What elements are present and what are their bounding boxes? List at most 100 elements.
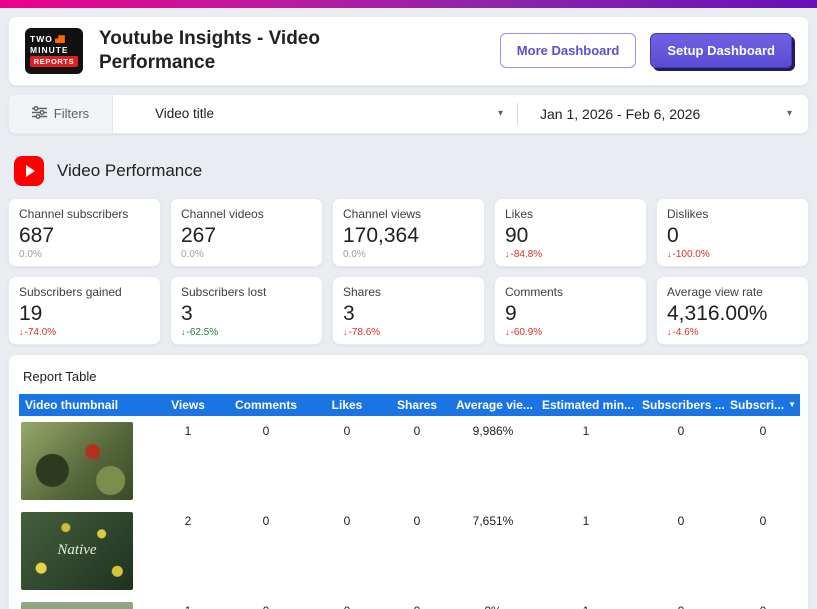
logo-text-mid: MINUTE	[30, 45, 69, 56]
kpi-subscribers-gained: Subscribers gained 19 -74.0%	[8, 275, 161, 345]
kpi-delta: -78.6%	[348, 326, 381, 338]
filters-toggle[interactable]: Filters	[9, 94, 113, 133]
cell-subscribers-b: 0	[759, 423, 767, 438]
cell-average-view: 7,651%	[472, 513, 514, 528]
down-arrow-icon	[343, 327, 348, 338]
kpi-value: 3	[343, 301, 355, 325]
table-row: 1 0 0 0 9,986% 1 0 0	[19, 416, 800, 506]
sort-caret-icon[interactable]: ▼	[788, 400, 796, 409]
video-thumbnail[interactable]	[21, 601, 133, 609]
col-estimated-min[interactable]: Estimated min...	[536, 394, 636, 416]
kpi-value: 267	[181, 223, 217, 247]
thumbnail-title-text: Native	[57, 542, 97, 559]
report-table: Video thumbnail Views Comments Likes Sha…	[19, 393, 800, 609]
down-arrow-icon	[181, 327, 186, 338]
kpi-comments: Comments 9 -60.9%	[494, 275, 647, 345]
kpi-delta: 0.0%	[19, 248, 42, 260]
kpi-delta: 0.0%	[343, 248, 366, 260]
cell-shares: 0	[384, 596, 450, 609]
cell-views: 2	[184, 513, 192, 528]
chevron-down-icon[interactable]: ▾	[787, 108, 792, 119]
header-card: TWO MINUTE REPORTS Youtube Insights - Vi…	[8, 16, 809, 86]
kpi-delta: -62.5%	[186, 326, 219, 338]
video-thumbnail[interactable]: Native	[21, 511, 133, 590]
cell-comments: 0	[222, 596, 310, 609]
chevron-down-icon[interactable]: ▾	[498, 108, 503, 119]
cell-likes: 0	[343, 513, 351, 528]
down-arrow-icon	[505, 249, 510, 260]
col-average-view[interactable]: Average vie...	[450, 394, 536, 416]
setup-dashboard-button[interactable]: Setup Dashboard	[650, 33, 792, 69]
kpi-label: Average view rate	[667, 284, 763, 299]
cell-shares: 0	[413, 513, 421, 528]
logo-text-top: TWO	[30, 34, 53, 45]
kpi-delta: -84.8%	[510, 248, 543, 260]
video-title-dropdown[interactable]: Video title ▾	[113, 95, 517, 133]
table-row: Native 2 0 0 0 7,651% 1 0 0	[19, 506, 800, 596]
filters-bar: Filters Video title ▾ Jan 1, 2026 - Feb …	[8, 93, 809, 134]
down-arrow-icon	[667, 249, 672, 260]
logo-text-bottom: REPORTS	[30, 56, 78, 68]
col-comments[interactable]: Comments	[222, 394, 310, 416]
kpi-delta: -100.0%	[672, 248, 710, 260]
kpi-label: Channel videos	[181, 206, 264, 221]
kpi-label: Subscribers lost	[181, 284, 267, 299]
kpi-delta: 0.0%	[181, 248, 204, 260]
kpi-dislikes: Dislikes 0 -100.0%	[656, 197, 809, 267]
kpi-label: Likes	[505, 206, 534, 221]
filter-sliders-icon	[31, 105, 47, 122]
cell-views: 1	[154, 596, 222, 609]
kpi-delta: -4.6%	[672, 326, 699, 338]
kpi-label: Dislikes	[667, 206, 709, 221]
kpi-subscribers-lost: Subscribers lost 3 -62.5%	[170, 275, 323, 345]
kpi-label: Channel views	[343, 206, 422, 221]
kpi-channel-videos: Channel videos 267 0.0%	[170, 197, 323, 267]
cell-subscribers-a: 0	[636, 596, 726, 609]
cell-average-view: 9,986%	[472, 423, 514, 438]
col-likes[interactable]: Likes	[310, 394, 384, 416]
report-table-card: Report Table Video thumbnail Views Comme…	[8, 353, 809, 609]
cell-likes: 0	[310, 596, 384, 609]
kpi-grid: Channel subscribers 687 0.0% Channel vid…	[8, 197, 809, 345]
kpi-value: 9	[505, 301, 517, 325]
cell-subscribers-a: 0	[677, 423, 685, 438]
section-heading: Video Performance	[14, 155, 809, 186]
cell-estimated-min: 1	[582, 513, 590, 528]
kpi-channel-subscribers: Channel subscribers 687 0.0%	[8, 197, 161, 267]
col-shares[interactable]: Shares	[384, 394, 450, 416]
table-header-row: Video thumbnail Views Comments Likes Sha…	[19, 393, 800, 416]
video-title-value: Video title	[155, 106, 215, 121]
cell-views: 1	[184, 423, 192, 438]
cell-comments: 0	[262, 423, 270, 438]
kpi-label: Shares	[343, 284, 382, 299]
cell-subscribers-b: 0	[759, 513, 767, 528]
section-title: Video Performance	[57, 160, 203, 180]
col-subscribers-b[interactable]: Subscri... ▼	[726, 394, 800, 416]
cell-comments: 0	[262, 513, 270, 528]
kpi-average-view-rate: Average view rate 4,316.00% -4.6%	[656, 275, 809, 345]
down-arrow-icon	[19, 327, 24, 338]
video-thumbnail[interactable]	[21, 421, 133, 500]
logo-chart-icon	[54, 35, 65, 44]
col-views[interactable]: Views	[154, 394, 222, 416]
report-table-title: Report Table	[23, 368, 97, 384]
kpi-likes: Likes 90 -84.8%	[494, 197, 647, 267]
more-dashboard-button[interactable]: More Dashboard	[499, 33, 637, 69]
two-minute-reports-logo: TWO MINUTE REPORTS	[25, 27, 83, 74]
kpi-value: 4,316.00%	[667, 301, 768, 325]
kpi-label: Channel subscribers	[19, 206, 129, 221]
cell-likes: 0	[343, 423, 351, 438]
cell-subscribers-a: 0	[677, 513, 685, 528]
kpi-value: 687	[19, 223, 55, 247]
date-range-value: Jan 1, 2026 - Feb 6, 2026	[540, 105, 701, 122]
kpi-label: Comments	[505, 284, 564, 299]
kpi-shares: Shares 3 -78.6%	[332, 275, 485, 345]
table-row: 1 0 0 0 0% 1 0 0	[19, 596, 800, 609]
cell-estimated-min: 1	[536, 596, 636, 609]
col-label: Subscri...	[730, 397, 785, 412]
page-title: Youtube Insights - Video Performance	[99, 28, 320, 73]
col-subscribers-a[interactable]: Subscribers ...	[636, 394, 726, 416]
date-range-dropdown[interactable]: Jan 1, 2026 - Feb 6, 2026 ▾	[518, 95, 808, 133]
col-video-thumbnail[interactable]: Video thumbnail	[19, 394, 154, 416]
kpi-value: 170,364	[343, 223, 419, 247]
